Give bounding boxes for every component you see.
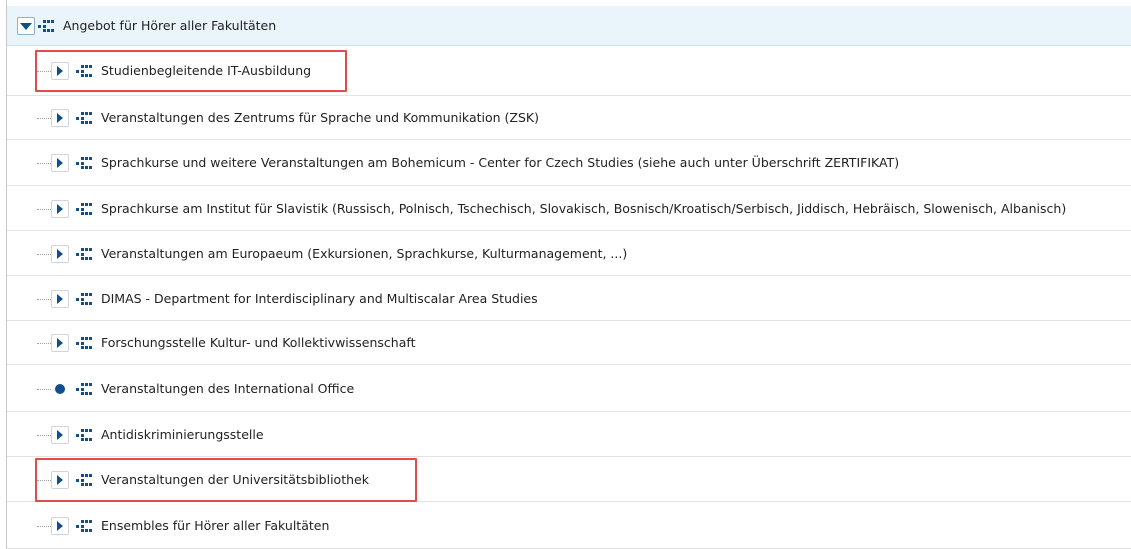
tree-connector-branch bbox=[37, 299, 51, 300]
tree-item-international-office[interactable]: Veranstaltungen des International Office bbox=[7, 365, 1131, 412]
tree-item-label[interactable]: Veranstaltungen des International Office bbox=[101, 381, 354, 396]
tree-structure-icon bbox=[76, 293, 92, 305]
tree-connector-branch bbox=[37, 389, 51, 390]
tree-item-label[interactable]: DIMAS - Department for Interdisciplinary… bbox=[101, 291, 538, 306]
expand-toggle[interactable] bbox=[51, 334, 69, 352]
expand-toggle[interactable] bbox=[51, 245, 69, 263]
tree-item-antidiskriminierung[interactable]: Antidiskriminierungsstelle bbox=[7, 412, 1131, 457]
tree-item-bohemicum[interactable]: Sprachkurse und weitere Veranstaltungen … bbox=[7, 140, 1131, 186]
expand-toggle[interactable] bbox=[51, 426, 69, 444]
tree-item-zsk[interactable]: Veranstaltungen des Zentrums für Sprache… bbox=[7, 96, 1131, 140]
chevron-right-icon bbox=[57, 249, 63, 259]
tree-connector-branch bbox=[37, 435, 51, 436]
tree-connector-branch bbox=[37, 209, 51, 210]
expand-toggle[interactable] bbox=[51, 109, 69, 127]
tree-root-row[interactable]: Angebot für Hörer aller Fakultäten bbox=[7, 6, 1131, 46]
leaf-node-dot-icon bbox=[55, 384, 65, 394]
expand-toggle[interactable] bbox=[51, 154, 69, 172]
tree-item-dimas[interactable]: DIMAS - Department for Interdisciplinary… bbox=[7, 276, 1131, 321]
tree-item-kollektivwissenschaft[interactable]: Forschungsstelle Kultur- und Kollektivwi… bbox=[7, 321, 1131, 365]
expand-toggle[interactable] bbox=[51, 200, 69, 218]
tree-item-label[interactable]: Veranstaltungen des Zentrums für Sprache… bbox=[101, 110, 539, 125]
expand-toggle[interactable] bbox=[51, 517, 69, 535]
tree-item-slavistik[interactable]: Sprachkurse am Institut für Slavistik (R… bbox=[7, 186, 1131, 231]
chevron-right-icon bbox=[57, 204, 63, 214]
tree-item-label[interactable]: Forschungsstelle Kultur- und Kollektivwi… bbox=[101, 335, 415, 350]
tree-structure-icon bbox=[76, 429, 92, 441]
chevron-right-icon bbox=[57, 113, 63, 123]
tree-item-ensembles[interactable]: Ensembles für Hörer aller Fakultäten bbox=[7, 502, 1131, 549]
tree-structure-icon bbox=[38, 20, 54, 32]
chevron-right-icon bbox=[57, 430, 63, 440]
highlight-box-it-ausbildung bbox=[35, 50, 347, 92]
tree-structure-icon bbox=[76, 112, 92, 124]
tree-structure-icon bbox=[76, 383, 92, 395]
chevron-right-icon bbox=[57, 521, 63, 531]
chevron-down-icon bbox=[20, 22, 32, 30]
tree-structure-icon bbox=[76, 520, 92, 532]
chevron-right-icon bbox=[57, 338, 63, 348]
highlight-box-universitaetsbibliothek bbox=[35, 458, 417, 502]
tree-structure-icon bbox=[76, 157, 92, 169]
tree-connector-branch bbox=[37, 343, 51, 344]
tree-item-label[interactable]: Sprachkurse am Institut für Slavistik (R… bbox=[101, 201, 1066, 216]
tree-structure-icon bbox=[76, 203, 92, 215]
chevron-right-icon bbox=[57, 294, 63, 304]
tree-item-label[interactable]: Antidiskriminierungsstelle bbox=[101, 427, 264, 442]
tree-connector-branch bbox=[37, 526, 51, 527]
tree-connector-branch bbox=[37, 254, 51, 255]
expand-toggle[interactable] bbox=[51, 290, 69, 308]
tree-item-label[interactable]: Veranstaltungen am Europaeum (Exkursione… bbox=[101, 246, 627, 261]
tree-item-label[interactable]: Ensembles für Hörer aller Fakultäten bbox=[101, 518, 329, 533]
course-tree: Angebot für Hörer aller Fakultäten Studi… bbox=[6, 0, 1131, 549]
tree-item-label[interactable]: Sprachkurse und weitere Veranstaltungen … bbox=[101, 155, 899, 170]
chevron-right-icon bbox=[57, 158, 63, 168]
tree-item-europaeum[interactable]: Veranstaltungen am Europaeum (Exkursione… bbox=[7, 231, 1131, 276]
tree-structure-icon bbox=[76, 337, 92, 349]
tree-structure-icon bbox=[76, 248, 92, 260]
tree-root-label[interactable]: Angebot für Hörer aller Fakultäten bbox=[63, 18, 276, 33]
tree-connector-branch bbox=[37, 118, 51, 119]
collapse-toggle[interactable] bbox=[17, 17, 35, 35]
tree-connector-branch bbox=[37, 163, 51, 164]
